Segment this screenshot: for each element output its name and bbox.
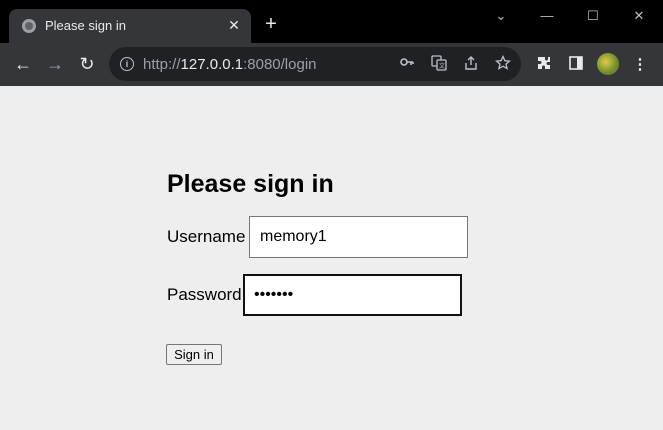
username-label: Username (167, 227, 246, 246)
minimize-button[interactable]: — (537, 8, 557, 24)
svg-text:文: 文 (439, 62, 445, 70)
forward-button[interactable]: → (44, 53, 66, 75)
tab-strip: Please sign in ✕ + ⌄ — ☐ ✕ (0, 0, 663, 43)
tab-close-icon[interactable]: ✕ (226, 17, 242, 33)
new-tab-button[interactable]: + (262, 14, 280, 34)
share-icon[interactable] (462, 55, 480, 73)
translate-icon[interactable]: 文 (430, 55, 448, 73)
tab-search-chevron-icon[interactable]: ⌄ (491, 8, 511, 24)
site-info-icon[interactable]: i (120, 57, 134, 71)
browser-toolbar: ← → ↻ i http://127.0.0.1:8080/login 文 ⋮ (0, 43, 663, 86)
key-icon[interactable] (398, 55, 416, 73)
username-input[interactable]: memory1 (249, 216, 468, 258)
page-content: Please sign in Username memory1 Password… (0, 86, 663, 430)
globe-icon (22, 19, 36, 33)
url-path: :8080/login (243, 56, 317, 73)
password-label: Password (167, 285, 242, 304)
back-button[interactable]: ← (12, 53, 34, 75)
maximize-button[interactable]: ☐ (583, 8, 603, 24)
page-title: Please sign in (167, 170, 334, 198)
tab-active[interactable]: Please sign in ✕ (9, 9, 251, 43)
url-host: 127.0.0.1 (180, 56, 244, 73)
sign-in-button[interactable]: Sign in (166, 344, 222, 365)
close-window-button[interactable]: ✕ (629, 8, 649, 24)
browser-chrome: Please sign in ✕ + ⌄ — ☐ ✕ ← → ↻ i http:… (0, 0, 663, 86)
address-url[interactable]: http://127.0.0.1:8080/login (143, 56, 317, 73)
side-panel-icon[interactable] (566, 55, 586, 75)
profile-avatar[interactable] (597, 53, 619, 75)
address-bar[interactable]: i http://127.0.0.1:8080/login 文 (109, 47, 521, 81)
extensions-icon[interactable] (534, 55, 554, 75)
url-scheme: http:// (143, 56, 181, 73)
menu-icon[interactable]: ⋮ (630, 55, 650, 75)
star-icon[interactable] (494, 54, 512, 73)
tab-title: Please sign in (45, 18, 126, 33)
reload-button[interactable]: ↻ (76, 53, 98, 75)
password-input[interactable]: ••••••• (243, 274, 462, 316)
